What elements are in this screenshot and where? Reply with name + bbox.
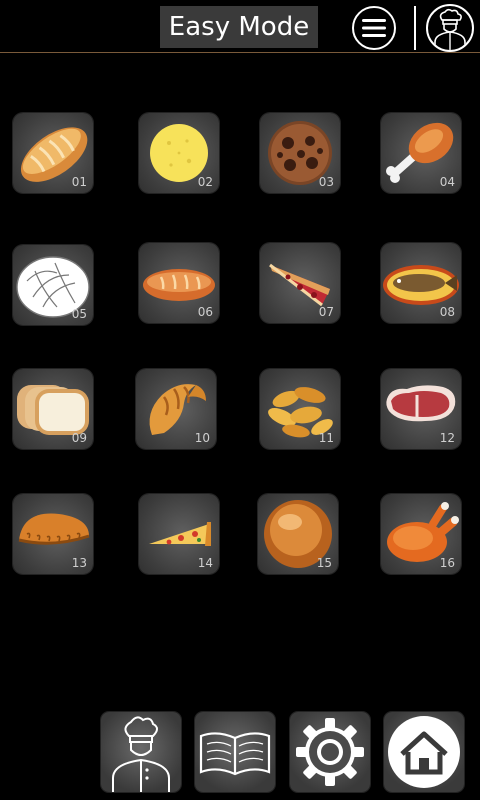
menu-button[interactable] (352, 6, 396, 50)
program-number: 02 (197, 175, 213, 189)
program-number: 07 (318, 305, 334, 319)
program-tile-16[interactable]: 16 (381, 494, 461, 574)
program-tile-08[interactable]: 08 (381, 243, 461, 323)
header-rule (0, 52, 480, 53)
chef-icon (112, 716, 170, 792)
program-tile-02[interactable]: 02 (139, 113, 219, 193)
program-number: 06 (197, 305, 213, 319)
program-tile-10[interactable]: 10 (136, 369, 216, 449)
program-tile-07[interactable]: 07 (260, 243, 340, 323)
hamburger-menu-icon (362, 19, 386, 37)
program-number: 13 (71, 556, 87, 570)
program-number: 16 (439, 556, 455, 570)
program-tile-14[interactable]: 14 (139, 494, 219, 574)
program-tile-12[interactable]: 12 (381, 369, 461, 449)
program-tile-05[interactable]: 05 (13, 245, 93, 325)
chef-avatar-icon (434, 8, 466, 50)
header-divider (414, 6, 416, 50)
recipe-book-icon (199, 732, 271, 776)
program-tile-09[interactable]: 09 (13, 369, 93, 449)
program-tile-01[interactable]: 01 (13, 113, 93, 193)
program-number: 10 (194, 431, 210, 445)
program-number: 03 (318, 175, 334, 189)
program-number: 14 (197, 556, 213, 570)
settings-button[interactable] (290, 712, 370, 792)
settings-gear-icon (296, 718, 364, 786)
program-number: 09 (71, 431, 87, 445)
program-number: 12 (439, 431, 455, 445)
program-tile-13[interactable]: 13 (13, 494, 93, 574)
profile-button[interactable] (426, 4, 474, 52)
header-bar: Easy Mode (0, 0, 480, 54)
program-number: 08 (439, 305, 455, 319)
program-number: 04 (439, 175, 455, 189)
home-icon (388, 716, 460, 788)
home-button[interactable] (384, 712, 464, 792)
program-tile-06[interactable]: 06 (139, 243, 219, 323)
program-tile-03[interactable]: 03 (260, 113, 340, 193)
program-tile-15[interactable]: 15 (258, 494, 338, 574)
program-number: 05 (71, 307, 87, 321)
recipe-book-button[interactable] (195, 712, 275, 792)
program-number: 11 (318, 431, 334, 445)
program-tile-04[interactable]: 04 (381, 113, 461, 193)
page-title: Easy Mode (160, 6, 318, 48)
program-number: 15 (316, 556, 332, 570)
program-number: 01 (71, 175, 87, 189)
chef-button[interactable] (101, 712, 181, 792)
program-tile-11[interactable]: 11 (260, 369, 340, 449)
